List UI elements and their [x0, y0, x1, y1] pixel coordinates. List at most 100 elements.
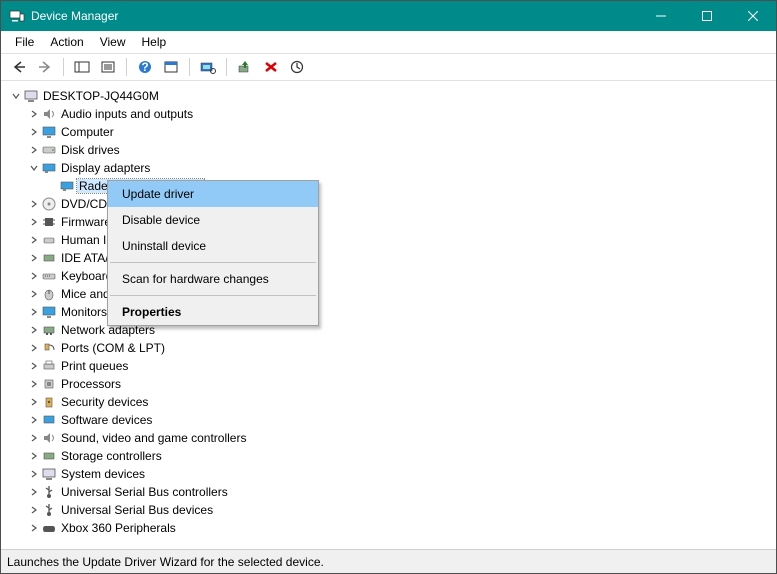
ctx-update-driver[interactable]: Update driver	[108, 181, 318, 207]
chevron-right-icon[interactable]	[27, 521, 41, 535]
chevron-right-icon[interactable]	[27, 485, 41, 499]
controller-icon	[41, 250, 57, 266]
chevron-right-icon[interactable]	[27, 107, 41, 121]
computer-icon	[41, 466, 57, 482]
ctx-disable-device[interactable]: Disable device	[108, 207, 318, 233]
category-disk[interactable]: Disk drives	[27, 141, 772, 159]
computer-icon	[23, 88, 39, 104]
speaker-icon	[41, 106, 57, 122]
chevron-right-icon[interactable]	[27, 377, 41, 391]
chevron-right-icon[interactable]	[27, 359, 41, 373]
scan-hardware-button[interactable]	[196, 56, 220, 78]
disc-icon	[41, 196, 57, 212]
back-button[interactable]	[7, 56, 31, 78]
hid-icon	[41, 232, 57, 248]
mouse-icon	[41, 286, 57, 302]
software-icon	[41, 412, 57, 428]
menu-help[interactable]: Help	[134, 33, 175, 51]
category-sound[interactable]: Sound, video and game controllers	[27, 429, 772, 447]
root-label: DESKTOP-JQ44G0M	[41, 89, 161, 103]
category-xbox[interactable]: Xbox 360 Peripherals	[27, 519, 772, 537]
update-driver-button[interactable]	[233, 56, 257, 78]
chevron-right-icon[interactable]	[27, 143, 41, 157]
category-display[interactable]: Display adapters	[27, 159, 772, 177]
printer-icon	[41, 358, 57, 374]
chevron-right-icon[interactable]	[27, 197, 41, 211]
statusbar: Launches the Update Driver Wizard for th…	[1, 549, 776, 573]
category-printqueues[interactable]: Print queues	[27, 357, 772, 375]
context-menu: Update driver Disable device Uninstall d…	[107, 180, 319, 326]
category-computer[interactable]: Computer	[27, 123, 772, 141]
menu-file[interactable]: File	[7, 33, 42, 51]
toolbar-separator	[63, 58, 64, 76]
chevron-right-icon[interactable]	[27, 431, 41, 445]
security-icon	[41, 394, 57, 410]
disable-button[interactable]	[285, 56, 309, 78]
monitor-icon	[41, 304, 57, 320]
category-usb-devices[interactable]: Universal Serial Bus devices	[27, 501, 772, 519]
category-processors[interactable]: Processors	[27, 375, 772, 393]
menu-view[interactable]: View	[92, 33, 134, 51]
network-icon	[41, 322, 57, 338]
maximize-button[interactable]	[684, 1, 730, 31]
chevron-right-icon[interactable]	[27, 467, 41, 481]
toolbar: ?	[1, 53, 776, 81]
menubar: File Action View Help	[1, 31, 776, 53]
category-usb-controllers[interactable]: Universal Serial Bus controllers	[27, 483, 772, 501]
chevron-right-icon[interactable]	[27, 413, 41, 427]
display-adapter-icon	[59, 178, 75, 194]
properties-button[interactable]	[96, 56, 120, 78]
chevron-right-icon[interactable]	[27, 503, 41, 517]
toolbar-separator	[226, 58, 227, 76]
monitor-icon	[41, 124, 57, 140]
uninstall-button[interactable]	[259, 56, 283, 78]
category-ports[interactable]: Ports (COM & LPT)	[27, 339, 772, 357]
toolbar-separator	[126, 58, 127, 76]
chip-icon	[41, 214, 57, 230]
chevron-right-icon[interactable]	[27, 287, 41, 301]
ctx-scan-hardware[interactable]: Scan for hardware changes	[108, 266, 318, 292]
chevron-right-icon[interactable]	[27, 269, 41, 283]
chevron-down-icon[interactable]	[27, 161, 41, 175]
chevron-right-icon[interactable]	[27, 125, 41, 139]
chevron-down-icon[interactable]	[9, 89, 23, 103]
category-storage[interactable]: Storage controllers	[27, 447, 772, 465]
cpu-icon	[41, 376, 57, 392]
category-software[interactable]: Software devices	[27, 411, 772, 429]
usb-icon	[41, 484, 57, 500]
category-audio[interactable]: Audio inputs and outputs	[27, 105, 772, 123]
chevron-right-icon[interactable]	[27, 323, 41, 337]
help-button[interactable]: ?	[133, 56, 157, 78]
context-menu-separator	[110, 262, 316, 263]
toolbar-separator	[189, 58, 190, 76]
chevron-right-icon[interactable]	[27, 449, 41, 463]
titlebar: Device Manager	[1, 1, 776, 31]
close-button[interactable]	[730, 1, 776, 31]
speaker-icon	[41, 430, 57, 446]
chevron-right-icon[interactable]	[27, 341, 41, 355]
menu-action[interactable]: Action	[42, 33, 91, 51]
show-hide-console-button[interactable]	[70, 56, 94, 78]
chevron-right-icon[interactable]	[27, 251, 41, 265]
ctx-properties[interactable]: Properties	[108, 299, 318, 325]
disk-icon	[41, 142, 57, 158]
chevron-right-icon[interactable]	[27, 233, 41, 247]
usb-icon	[41, 502, 57, 518]
chevron-right-icon[interactable]	[27, 305, 41, 319]
device-tree: DESKTOP-JQ44G0M Audio inputs and outputs…	[1, 81, 776, 549]
gamepad-icon	[41, 520, 57, 536]
context-menu-separator	[110, 295, 316, 296]
category-security[interactable]: Security devices	[27, 393, 772, 411]
category-system[interactable]: System devices	[27, 465, 772, 483]
status-text: Launches the Update Driver Wizard for th…	[7, 555, 324, 569]
chevron-right-icon[interactable]	[27, 395, 41, 409]
minimize-button[interactable]	[638, 1, 684, 31]
forward-button[interactable]	[33, 56, 57, 78]
controller-icon	[41, 448, 57, 464]
window-title: Device Manager	[31, 9, 638, 23]
ctx-uninstall-device[interactable]: Uninstall device	[108, 233, 318, 259]
chevron-right-icon[interactable]	[27, 215, 41, 229]
action-button[interactable]	[159, 56, 183, 78]
display-adapter-icon	[41, 160, 57, 176]
tree-root[interactable]: DESKTOP-JQ44G0M	[9, 87, 772, 105]
